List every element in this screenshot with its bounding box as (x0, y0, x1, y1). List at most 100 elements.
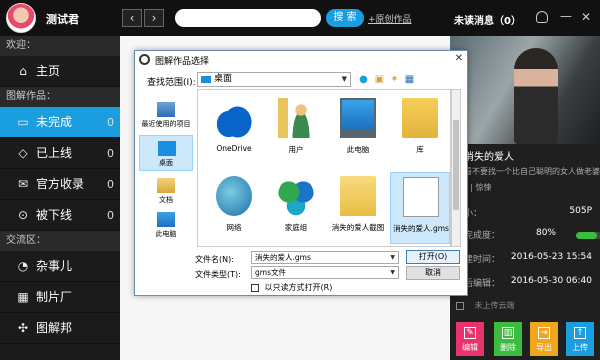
work-detail-panel: 消失的爱人 看不要找一个比自己聪明的女人做老婆 " | 惊悚 小： 505P 完… (450, 36, 600, 360)
file-icon (403, 177, 439, 217)
place-desktop[interactable]: 桌面 (139, 135, 193, 171)
edit-icon: ✎ (464, 327, 476, 339)
dialog-titlebar[interactable]: 图解作品选择 ✕ (135, 51, 467, 69)
filename-label: 文件名(N): (195, 255, 234, 264)
place-documents[interactable]: 文档 (139, 173, 193, 209)
chevron-down-icon[interactable]: ▼ (390, 252, 395, 263)
search-button[interactable]: 搜 索 (326, 9, 364, 27)
sidebar-item-community[interactable]: ✣ 图解邦 (0, 313, 120, 344)
section-works: 图解作品： (0, 87, 120, 107)
sidebar-item-offline[interactable]: ⊙ 被下线 0 (0, 200, 120, 231)
poster-figure (514, 48, 558, 144)
progress-label: 完成度： (464, 231, 501, 241)
folder-icon (340, 176, 376, 216)
filetype-select[interactable]: gms文件 ▼ (251, 266, 399, 279)
file-item-library[interactable]: 库 (390, 94, 450, 166)
search-input[interactable] (175, 9, 321, 27)
up-folder-icon[interactable]: ▣ (373, 73, 386, 86)
dialog-title: 图解作品选择 (155, 57, 210, 67)
place-this-pc[interactable]: 此电脑 (139, 207, 193, 243)
file-label: 消失的爱人截图 (331, 223, 385, 232)
cloud-status[interactable]: 未上传云端 (456, 300, 515, 311)
checkbox-box[interactable] (251, 283, 259, 292)
file-item-this-pc[interactable]: 此电脑 (328, 94, 388, 166)
file-label: 消失的爱人.gms (393, 224, 449, 233)
sidebar-item-studio[interactable]: ▦ 制片厂 (0, 282, 120, 313)
cancel-button[interactable]: 取消 (406, 266, 460, 280)
upload-button[interactable]: ↑ 上传 (566, 322, 594, 356)
sidebar-item-online[interactable]: ◇ 已上线 0 (0, 138, 120, 169)
view-menu-icon[interactable]: ▦ (403, 73, 416, 86)
homegroup-icon (278, 176, 314, 216)
file-item-gms[interactable]: 消失的爱人.gms (390, 172, 450, 244)
file-item-network[interactable]: 网络 (204, 172, 264, 244)
library-icon (402, 98, 438, 138)
file-list-scrollbar[interactable] (451, 89, 461, 247)
sidebar: 欢迎： ⌂ 主页 图解作品： ▭ 未完成 0 ◇ 已上线 0 ✉ 官方收录 0 … (0, 36, 120, 360)
community-icon: ✣ (17, 321, 29, 335)
back-button[interactable]: ‹ (122, 9, 142, 27)
avatar[interactable] (6, 3, 36, 33)
publish-original-link[interactable]: +原创作品 (368, 12, 412, 25)
export-button[interactable]: ⇥ 导出 (530, 322, 558, 356)
computer-icon (157, 212, 175, 227)
sidebar-item-unfinished[interactable]: ▭ 未完成 0 (0, 107, 120, 138)
dialog-close-icon[interactable]: ✕ (455, 53, 463, 64)
minimize-icon[interactable]: — (560, 10, 572, 24)
readonly-checkbox[interactable]: 以只读方式打开(R) (251, 282, 332, 293)
back-arrow-icon[interactable]: ● (357, 73, 370, 86)
lookin-select[interactable]: 桌面 ▼ (197, 72, 351, 87)
computer-icon (340, 98, 376, 138)
cloud-checkbox[interactable] (456, 301, 464, 310)
chevron-down-icon[interactable]: ▼ (390, 267, 395, 278)
chevron-down-icon: ▼ (341, 75, 347, 83)
sidebar-item-official[interactable]: ✉ 官方收录 0 (0, 169, 120, 200)
filename-input[interactable]: 消失的爱人.gms ▼ (251, 251, 399, 264)
unread-messages[interactable]: 未读消息（0） (454, 12, 521, 27)
place-label: 桌面 (159, 159, 173, 167)
network-icon (216, 176, 252, 216)
sidebar-item-label: 制片厂 (36, 290, 73, 304)
documents-icon (157, 178, 175, 193)
file-label: 库 (416, 145, 424, 154)
file-item-homegroup[interactable]: 家庭组 (266, 172, 326, 244)
chat-icon: ◔ (17, 259, 29, 273)
sidebar-item-count: 0 (107, 209, 114, 222)
mail-icon: ✉ (17, 177, 29, 191)
new-folder-icon[interactable]: ✶ (388, 73, 401, 86)
place-label: 文档 (159, 196, 173, 204)
place-recent[interactable]: 最近使用的项目 (139, 97, 193, 133)
delete-label: 删除 (500, 343, 516, 352)
progress-bar (576, 232, 600, 239)
filename-value: 消失的爱人.gms (255, 253, 311, 262)
file-item-user[interactable]: 用户 (266, 94, 326, 166)
file-label: 此电脑 (346, 145, 370, 154)
sidebar-item-count: 0 (107, 147, 114, 160)
sidebar-item-misc[interactable]: ◔ 杂事儿 (0, 251, 120, 282)
sidebar-item-count: 0 (107, 178, 114, 191)
place-label: 此电脑 (155, 230, 177, 238)
trash-icon: ▥ (502, 327, 514, 339)
work-poster (450, 36, 600, 144)
upload-label: 上传 (572, 343, 588, 352)
user-icon[interactable] (536, 11, 548, 23)
edit-button[interactable]: ✎ 编辑 (456, 322, 484, 356)
cloud-label: 未上传云端 (474, 301, 515, 310)
delete-button[interactable]: ▥ 删除 (494, 322, 522, 356)
sidebar-item-label: 被下线 (36, 208, 73, 222)
file-item-screenshots-folder[interactable]: 消失的爱人截图 (328, 172, 388, 244)
section-exchange: 交流区： (0, 231, 120, 251)
filetype-value: gms文件 (255, 268, 286, 277)
sidebar-item-label: 图解邦 (36, 321, 73, 335)
tag-icon: ◇ (18, 146, 28, 160)
close-icon[interactable]: ✕ (580, 10, 592, 24)
forward-button[interactable]: › (144, 9, 164, 27)
app-icon (139, 54, 150, 65)
scrollbar-thumb[interactable] (453, 120, 459, 210)
filetype-label: 文件类型(T): (195, 270, 241, 279)
open-button[interactable]: 打开(O) (406, 250, 460, 264)
file-item-onedrive[interactable]: OneDrive (204, 94, 264, 166)
size-row: 小： 505P (464, 206, 594, 219)
file-label: 用户 (288, 145, 304, 154)
sidebar-item-home[interactable]: ⌂ 主页 (0, 56, 120, 87)
